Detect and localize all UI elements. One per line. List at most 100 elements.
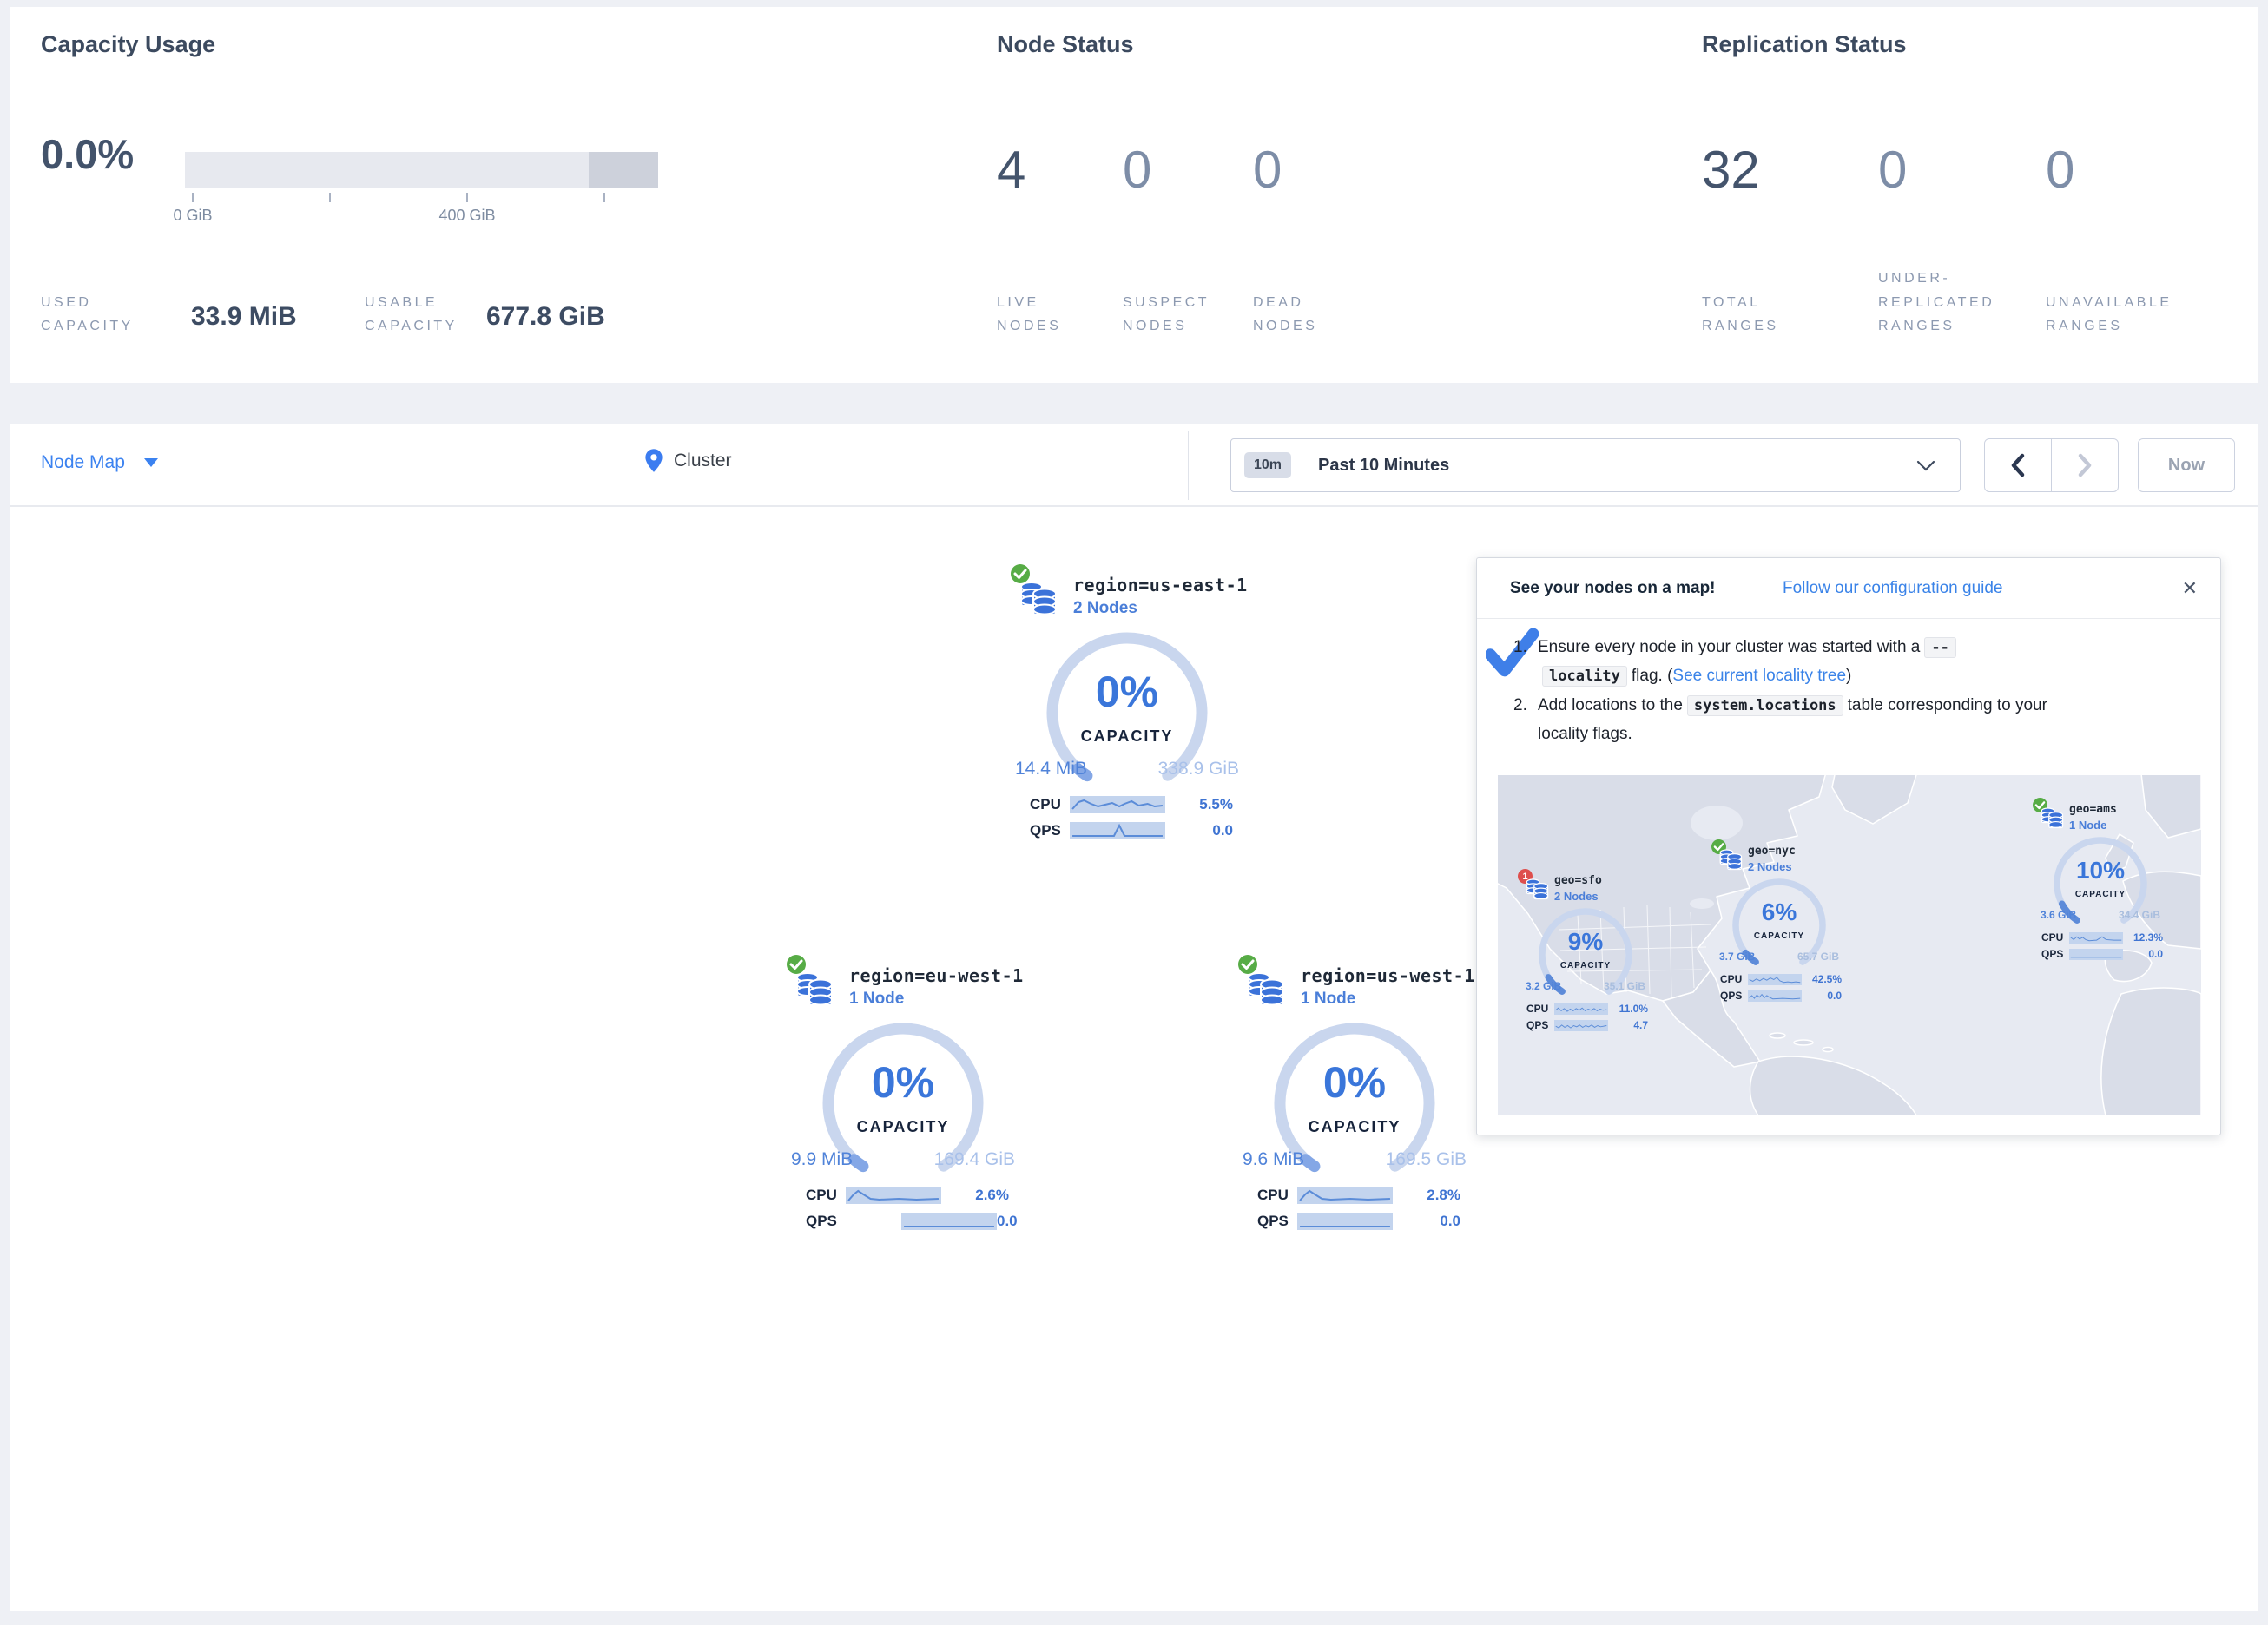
qps-sparkline	[1748, 990, 1802, 1002]
region-nodes-link[interactable]: 1 Node	[849, 990, 904, 1009]
nodes-stack-icon	[1719, 848, 1744, 871]
region-locality-label: region=us-west-1	[1301, 965, 1475, 986]
qps-metric-row: QPS 0.0	[2041, 948, 2163, 960]
qps-value: 0.0	[2148, 948, 2163, 960]
time-range-dropdown[interactable]: 10m Past 10 Minutes	[1230, 438, 1961, 492]
qps-label: QPS	[1720, 990, 1748, 1002]
qps-metric-row: QPS 0.0	[1720, 990, 1842, 1002]
qps-label: QPS	[806, 1213, 901, 1230]
step-text: Add locations to the	[1538, 696, 1683, 714]
view-selector-dropdown[interactable]: Node Map	[41, 452, 158, 473]
locality-tree-link[interactable]: See current locality tree	[1672, 667, 1846, 685]
used-capacity-value: 33.9 MiB	[191, 302, 297, 332]
marker-nodes-link[interactable]: 2 Nodes	[1554, 890, 1599, 903]
cpu-value: 2.6%	[975, 1187, 1009, 1204]
unavailable-ranges-label: UNAVAILABLE RANGES	[2046, 291, 2202, 338]
cpu-value: 11.0%	[1619, 1003, 1648, 1015]
step-number: 2.	[1513, 691, 1538, 749]
capacity-percent: 0.0%	[41, 130, 134, 178]
used-capacity: 3.2 GiB	[1526, 980, 1561, 992]
locality-flag-code: locality	[1542, 666, 1627, 687]
capacity-usage-title: Capacity Usage	[41, 31, 215, 58]
capacity-percent-value: 6%	[1730, 898, 1829, 926]
qps-value: 4.7	[1633, 1019, 1648, 1031]
usable-capacity-value: 677.8 GiB	[486, 302, 605, 332]
capacity-gauge: 0% CAPACITY 9.6 MiB 169.5 GiB	[1272, 1021, 1437, 1186]
live-nodes-value: 4	[997, 144, 1025, 196]
cluster-summary-bar: Capacity Usage 0.0% 0 GiB 400 GiB USED C…	[10, 7, 2258, 383]
cpu-value: 42.5%	[1812, 973, 1842, 985]
unavailable-ranges-value: 0	[2046, 144, 2074, 196]
marker-nodes-link[interactable]: 1 Node	[2069, 819, 2106, 832]
popup-title: See your nodes on a map!	[1510, 579, 1716, 598]
capacity-caption: CAPACITY	[1045, 727, 1210, 746]
total-capacity: 169.4 GiB	[934, 1149, 1015, 1170]
total-capacity: 34.4 GiB	[2119, 909, 2160, 921]
capacity-caption: CAPACITY	[821, 1118, 986, 1136]
qps-label: QPS	[1526, 1019, 1554, 1031]
cpu-sparkline	[2069, 932, 2123, 944]
capacity-axis-tick	[329, 193, 331, 202]
time-range-label: Past 10 Minutes	[1318, 456, 1449, 476]
cpu-metric-row: CPU 42.5%	[1720, 973, 1842, 985]
locality-flag-code: --	[1924, 637, 1955, 658]
cpu-metric-row: CPU 12.3%	[2041, 931, 2163, 944]
capacity-axis-tick	[603, 193, 605, 202]
caret-down-icon	[144, 458, 158, 467]
capacity-gauge: 6% CAPACITY 3.7 GiB 65.7 GiB	[1730, 876, 1829, 975]
capacity-caption: CAPACITY	[2051, 890, 2150, 899]
cpu-label: CPU	[806, 1187, 846, 1204]
qps-metric-row: QPS 0.0	[806, 1212, 1009, 1231]
region-nodes-link[interactable]: 2 Nodes	[1073, 599, 1137, 618]
capacity-gauge: 0% CAPACITY 14.4 MiB 338.9 GiB	[1045, 630, 1210, 795]
breadcrumb: Cluster	[644, 448, 732, 474]
node-map-page: Capacity Usage 0.0% 0 GiB 400 GiB USED C…	[0, 0, 2268, 1625]
time-back-button[interactable]	[1985, 439, 2052, 491]
time-pager	[1984, 438, 2119, 492]
qps-sparkline	[1554, 1020, 1608, 1031]
capacity-percent-value: 9%	[1536, 928, 1635, 956]
view-toolbar: Node Map Cluster 10m Past 10 Minutes	[10, 424, 2258, 507]
total-ranges-value: 32	[1702, 144, 1760, 196]
cpu-metric-row: CPU 5.5%	[1030, 795, 1233, 814]
step-text: flag. (	[1632, 667, 1673, 685]
chevron-down-icon	[1916, 460, 1935, 472]
capacity-tick-label-400: 400 GiB	[420, 207, 514, 225]
cpu-metric-row: CPU 11.0%	[1526, 1003, 1648, 1015]
qps-metric-row: QPS 0.0	[1257, 1212, 1460, 1231]
capacity-axis-tick	[192, 193, 194, 202]
capacity-tick-label-0: 0 GiB	[158, 207, 227, 225]
dead-nodes-value: 0	[1253, 144, 1282, 196]
step-text: Ensure every node in your cluster was st…	[1538, 638, 1920, 656]
view-selector-label: Node Map	[41, 452, 125, 473]
popup-header: See your nodes on a map! Follow our conf…	[1477, 558, 2220, 619]
capacity-gauge: 0% CAPACITY 9.9 MiB 169.4 GiB	[821, 1021, 986, 1186]
usable-capacity-label: USABLE CAPACITY	[365, 291, 495, 338]
chevron-right-icon	[2076, 452, 2093, 478]
capacity-percent-value: 10%	[2051, 857, 2150, 885]
toolbar-divider	[1188, 431, 1189, 500]
qps-sparkline	[1297, 1213, 1393, 1230]
chevron-left-icon	[2009, 452, 2027, 478]
nodes-stack-icon	[1247, 970, 1287, 1007]
dead-nodes-label: DEAD NODES	[1253, 291, 1348, 338]
used-capacity: 3.6 GiB	[2041, 909, 2076, 921]
qps-label: QPS	[2041, 948, 2069, 960]
close-icon[interactable]: ✕	[2182, 577, 2198, 600]
qps-metric-row: QPS 4.7	[1526, 1019, 1648, 1031]
cpu-metric-row: CPU 2.8%	[1257, 1186, 1460, 1205]
nodes-stack-icon	[1019, 580, 1059, 616]
configuration-guide-link[interactable]: Follow our configuration guide	[1783, 579, 2003, 598]
marker-nodes-link[interactable]: 2 Nodes	[1748, 860, 1792, 873]
system-locations-code: system.locations	[1687, 695, 1843, 716]
region-locality-label: region=eu-west-1	[849, 965, 1024, 986]
setup-steps: 1. Ensure every node in your cluster was…	[1513, 633, 2121, 748]
cpu-label: CPU	[2041, 931, 2069, 944]
breadcrumb-label: Cluster	[674, 451, 732, 471]
qps-value: 0.0	[1440, 1213, 1460, 1230]
now-button[interactable]: Now	[2138, 438, 2235, 492]
region-nodes-link[interactable]: 1 Node	[1301, 990, 1355, 1009]
time-range-badge: 10m	[1244, 452, 1291, 478]
time-forward-button[interactable]	[2052, 439, 2118, 491]
node-status-title: Node Status	[997, 31, 1134, 58]
